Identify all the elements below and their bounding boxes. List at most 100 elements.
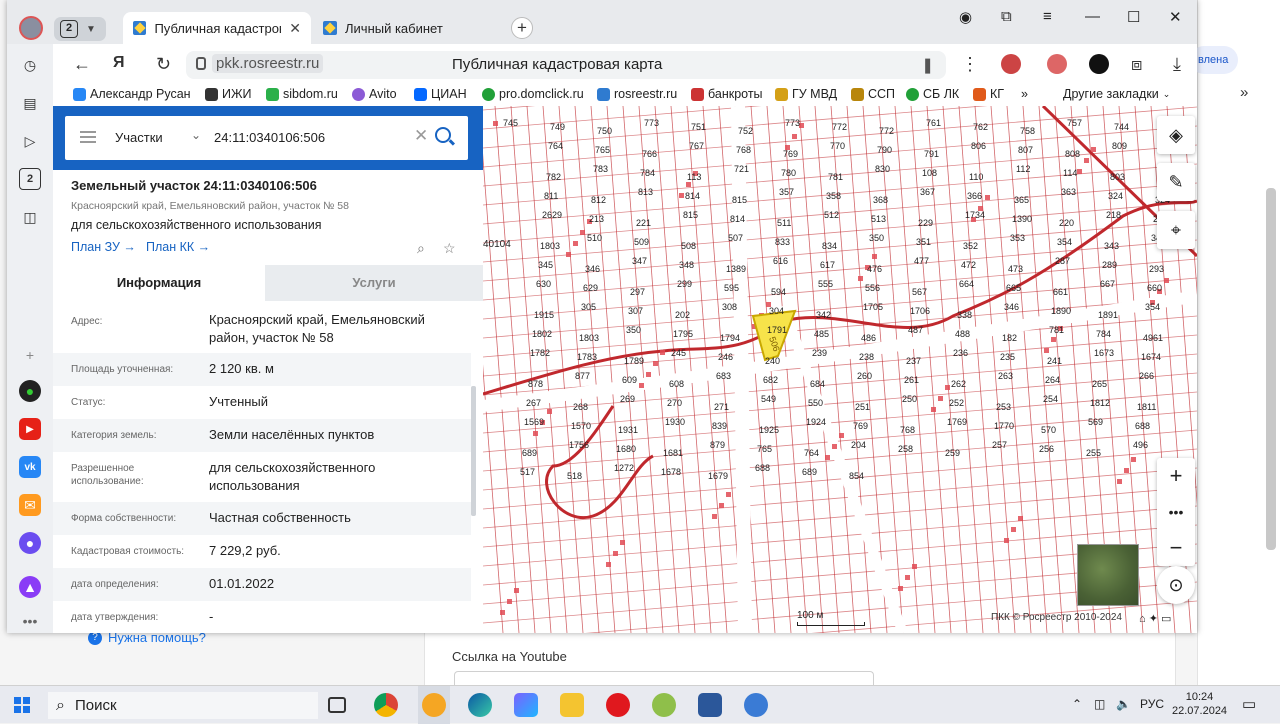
copilot-icon[interactable] [514,693,538,717]
clear-icon[interactable]: ✕ [414,126,428,146]
screenshot-icon[interactable]: ◫ [19,206,41,228]
bookmark-item[interactable]: ССП [851,87,895,101]
paint-icon[interactable] [652,693,676,717]
app-icon[interactable] [744,693,768,717]
mail-icon[interactable]: ✉ [19,494,41,516]
windows-start-icon[interactable] [14,697,30,713]
bookmark-item[interactable]: банкроты [691,87,763,101]
alice-icon[interactable]: ▲ [19,576,41,598]
info-row-area: Площадь уточненная: 2 120 кв. м [53,353,471,386]
extension-mushroom-alt-icon[interactable] [1047,54,1067,74]
bookmark-item[interactable]: СБ ЛК [906,87,959,101]
zoom-to-object-icon[interactable]: ⌕ [417,240,425,257]
vpn-icon[interactable]: ◉ [959,8,972,26]
other-bookmarks[interactable]: Другие закладки ⌄ [1063,87,1170,101]
layers-button[interactable]: ◈ [1157,116,1195,154]
chevron-right-icon[interactable]: » [1240,84,1248,101]
chrome-icon[interactable] [374,693,398,717]
chevron-down-icon[interactable]: ⌄ [191,128,201,142]
minimize-icon[interactable]: — [1085,8,1100,25]
page-scrollbar[interactable] [1266,188,1276,550]
locate-button[interactable]: ⌖ [1157,211,1195,249]
messenger-icon[interactable]: ● [19,380,41,402]
satellite-basemap-toggle[interactable] [1077,544,1139,606]
youtube-icon[interactable]: ▶ [19,418,41,440]
zoom-out-button[interactable]: − [1157,530,1195,566]
extension-shield-icon[interactable] [1089,54,1109,74]
bookmark-item[interactable]: rosreestr.ru [597,87,677,101]
bookmark-item[interactable]: Avito [352,87,397,101]
more-vertical-icon[interactable]: ⋮ [961,54,979,75]
cadastral-map[interactable]: 745 749 750 773 751 752 773 772 772 761 762 758 757 7… [483,106,1197,633]
add-icon[interactable]: + [19,344,41,366]
zoom-in-button[interactable]: + [1157,458,1195,494]
new-tab-button[interactable]: + [511,17,533,39]
bookmarks-more[interactable]: » [1021,87,1028,101]
volume-icon[interactable]: 🔈 [1116,697,1131,711]
parcel-label: 1769 [947,417,967,427]
messenger-alt-icon[interactable]: ● [19,532,41,554]
tab-services[interactable]: Услуги [265,265,483,301]
tab-cabinet[interactable]: Личный кабинет [313,12,493,44]
search-type[interactable]: Участки [115,130,163,145]
zoom-more-button[interactable]: ••• [1157,494,1195,530]
opera-icon[interactable] [606,693,630,717]
bookmark-item[interactable]: sibdom.ru [266,87,338,101]
tab-pkk[interactable]: Публичная кадастрова ✕ [123,12,311,44]
download-icon[interactable]: ⤓ [1173,54,1181,75]
taskview-icon[interactable] [328,697,346,713]
bookmark-item[interactable]: pro.domclick.ru [482,87,584,101]
close-icon[interactable]: ✕ [1169,8,1182,26]
close-tab-icon[interactable]: ✕ [289,20,301,37]
menu-icon[interactable]: ≡ [1043,8,1052,25]
window-collection-icon[interactable]: ⧉ [1001,8,1012,25]
edge-icon[interactable] [468,693,492,717]
search-icon[interactable] [435,127,451,143]
search-input[interactable]: 24:11:0340106:506 [214,130,325,145]
network-icon[interactable]: ◫ [1094,697,1105,711]
tray-chevron-icon[interactable]: ⌃ [1072,697,1082,711]
bookmark-item[interactable]: ГУ МВД [775,87,837,101]
maximize-icon[interactable]: ☐ [1127,8,1140,26]
parcel-label: 366 [967,191,982,201]
panel-scrollbar[interactable] [471,386,476,516]
more-icon[interactable]: ••• [19,610,41,632]
bookmark-item[interactable]: ИЖИ [205,87,252,101]
language-indicator[interactable]: РУС [1140,697,1164,711]
star-icon[interactable]: ☆ [443,240,456,257]
search-box[interactable]: Участки ⌄ 24:11:0340106:506 ✕ [65,116,468,160]
profile-avatar[interactable] [19,16,43,40]
tab-count-button[interactable]: 2 ▼ [54,17,106,41]
menu-icon[interactable] [80,131,96,143]
parcel-label: 487 [908,325,923,335]
bookmark-item[interactable]: ЦИАН [414,87,467,101]
plan-kk-link[interactable]: План КК → [146,240,210,254]
compass-button[interactable]: ⊙ [1157,566,1195,604]
map-footer-icons[interactable]: ⌂ ✦ ▭ [1139,612,1171,625]
clock[interactable]: 10:24 22.07.2024 [1172,690,1227,718]
yandex-browser-icon[interactable] [422,693,446,717]
extension-mushroom-icon[interactable] [1001,54,1021,74]
background-chip[interactable]: влена [1190,46,1238,74]
back-icon[interactable]: ← [73,54,91,75]
explorer-icon[interactable] [560,693,584,717]
bookmark-item[interactable]: КГ [973,87,1004,101]
plan-zu-link[interactable]: План ЗУ → [71,240,136,254]
word-icon[interactable] [698,693,722,717]
bookmark-item[interactable]: Александр Русан [73,87,190,101]
url-text[interactable]: pkk.rosreestr.ru [212,54,324,73]
taskbar-search[interactable]: ⌕ Поиск [48,692,318,719]
bookmark-icon[interactable]: ❚ [921,56,934,74]
vk-icon[interactable]: vk [19,456,41,478]
history-icon[interactable]: ◷ [19,54,41,76]
collections-icon[interactable]: ▤ [19,92,41,114]
reload-icon[interactable]: ↻ [156,54,171,75]
extensions-icon[interactable]: ⧈ [1131,54,1142,75]
notifications-icon[interactable]: ▭ [1242,695,1256,713]
address-bar[interactable]: pkk.rosreestr.ru Публичная кадастровая к… [186,51,946,79]
video-icon[interactable]: ▷ [19,130,41,152]
tab-count-rail[interactable]: 2 [19,168,41,190]
ruler-button[interactable]: ✎ [1157,163,1195,201]
tab-info[interactable]: Информация [53,265,265,301]
yandex-icon[interactable]: Я [113,54,125,72]
